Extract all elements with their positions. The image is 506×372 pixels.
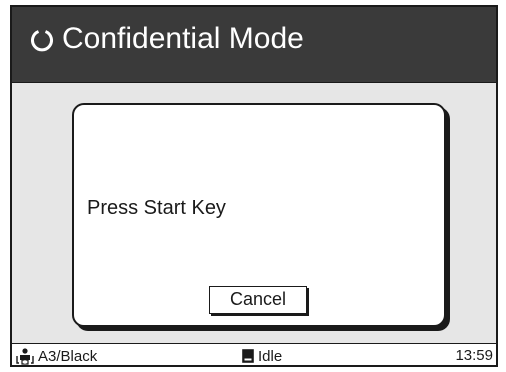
cancel-button[interactable]: Cancel — [209, 286, 307, 314]
dialog-message: Press Start Key — [87, 197, 226, 219]
machine-status-label: Idle — [258, 347, 283, 365]
title-bar: Confidential Mode — [12, 7, 496, 83]
paper-status-label: A3/Black — [38, 347, 98, 365]
status-bar: A3/Black Idle 13:59 — [12, 343, 496, 365]
idle-icon — [242, 349, 254, 363]
confirmation-dialog: Press Start Key Cancel — [72, 103, 446, 327]
paper-status: A3/Black — [15, 347, 97, 365]
power-icon — [30, 27, 54, 53]
machine-status: Idle — [242, 347, 282, 365]
panel-screen: Confidential Mode Press Start Key Cancel… — [10, 5, 498, 367]
clock: 13:59 — [455, 347, 493, 364]
page-title: Confidential Mode — [62, 22, 304, 55]
copy-icon — [15, 347, 35, 365]
